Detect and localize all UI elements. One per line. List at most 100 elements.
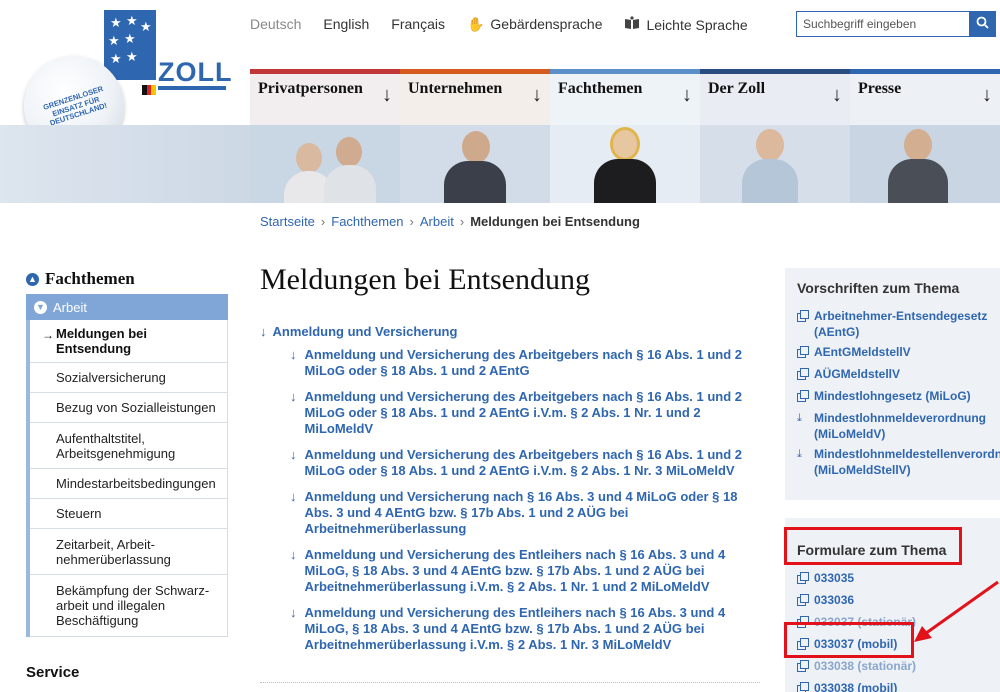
sub-link[interactable]: ↓ Anmeldung und Versicherung des Arbeitg… [290, 389, 765, 437]
nav-label: Fachthemen [558, 80, 643, 97]
sidebar-item-label: Zeitarbeit, Arbeit-nehmerüberlassung [56, 536, 171, 567]
anchor-link-anmeldung[interactable]: ↓ Anmeldung und Versicherung [260, 323, 765, 341]
arrow-down-icon: ↓ [290, 547, 297, 562]
sidebar-item-sozialleistungen[interactable]: Bezug von Sozialleistungen [30, 393, 227, 423]
vorschrift-link-milomeldv[interactable]: ⤓ Mindestlohnmeldeverordnung (MiLoMeldV) [797, 410, 1000, 442]
sidebar-item-arbeit[interactable]: ▼ Arbeit [26, 294, 228, 320]
nav-label: Presse [858, 80, 902, 97]
arrow-down-icon: ↓ [290, 347, 297, 362]
nav-fachthemen[interactable]: Fachthemen ↓ [550, 69, 700, 125]
formular-link-033038-stationaer[interactable]: 033038 (stationär) [797, 658, 1000, 676]
arrow-down-icon: ↓ [682, 84, 692, 106]
banner-photo-photographer [850, 125, 1000, 203]
lang-gebaerdensprache-label: Gebärdensprache [490, 15, 603, 32]
lang-leichte-sprache[interactable]: Leichte Sprache [624, 15, 748, 33]
arrow-down-icon: ↓ [982, 84, 992, 106]
page-title: Meldungen bei Entsendung [260, 263, 590, 296]
sidebar-list: → Meldungen bei Entsendung Sozialversich… [26, 320, 228, 637]
nav-label: Unternehmen [408, 80, 503, 97]
logo-underline [158, 86, 226, 90]
nav-unternehmen[interactable]: Unternehmen ↓ [400, 69, 550, 125]
breadcrumb: Startseite › Fachthemen › Arbeit › Meldu… [260, 214, 640, 229]
german-flag [142, 85, 157, 95]
link-label: Mindestlohngesetz (MiLoG) [814, 389, 971, 403]
logo-wordmark: ZOLL [158, 57, 233, 87]
banner-photo-man [400, 125, 550, 203]
link-label: Mindestlohnmeldeverordnung (MiLoMeldV) [814, 411, 987, 441]
sidebar-item-schwarzarbeit[interactable]: Bekämpfung der Schwarz-arbeit und illega… [30, 575, 227, 637]
lang-deutsch[interactable]: Deutsch [250, 16, 301, 32]
highlight-box-formulare-title [784, 527, 962, 565]
chevron-right-icon: › [409, 214, 414, 229]
sub-link[interactable]: ↓ Anmeldung und Versicherung des Arbeitg… [290, 447, 765, 479]
arrow-down-icon: ↓ [382, 84, 392, 106]
easy-language-icon [624, 15, 640, 33]
sidebar-item-steuern[interactable]: Steuern [30, 499, 227, 529]
nav-presse[interactable]: Presse ↓ [850, 69, 1000, 125]
content-divider [260, 682, 760, 683]
sidebar-item-label: Aufenthaltstitel, Arbeitsgenehmigung [56, 430, 176, 461]
sub-link-label: Anmeldung und Versicherung des Arbeitgeb… [304, 389, 743, 436]
sidebar-item-label: Meldungen bei Entsendung [56, 326, 147, 356]
arrow-down-icon: ↓ [832, 84, 842, 106]
external-link-icon [797, 658, 809, 676]
sub-link[interactable]: ↓ Anmeldung und Versicherung des Entleih… [290, 547, 765, 595]
breadcrumb-current: Meldungen bei Entsendung [470, 214, 640, 229]
sub-link-label: Anmeldung und Versicherung des Entleiher… [304, 547, 726, 594]
vorschrift-link-aentg[interactable]: Arbeitnehmer-Entsendegesetz (AEntG) [797, 308, 1000, 340]
vorschrift-link-milog[interactable]: Mindestlohngesetz (MiLoG) [797, 388, 1000, 406]
search-icon [976, 16, 989, 32]
external-link-icon [797, 308, 809, 340]
link-label: AÜGMeldstellV [814, 367, 901, 381]
sidebar-item-label: Bekämpfung der Schwarz-arbeit und illega… [56, 583, 210, 628]
nav-privatpersonen[interactable]: Privatpersonen ↓ [250, 69, 400, 125]
sidebar-item-aufenthaltstitel[interactable]: Aufenthaltstitel, Arbeitsgenehmigung [30, 423, 227, 469]
download-icon: ⤓ [797, 448, 802, 460]
arrow-down-icon: ↓ [290, 447, 297, 462]
eu-star-square: ★ ★ ★ ★ ★ ★ ★ [104, 10, 156, 80]
vorschrift-link-aentgmeldstellv[interactable]: AEntGMeldstellV [797, 344, 1000, 362]
sidebar-item-meldungen[interactable]: → Meldungen bei Entsendung [30, 320, 227, 363]
lang-gebaerdensprache[interactable]: ✋ Gebärdensprache [467, 16, 603, 33]
external-link-icon [797, 366, 809, 384]
search-button[interactable] [969, 12, 995, 36]
sub-link[interactable]: ↓ Anmeldung und Versicherung nach § 16 A… [290, 489, 765, 537]
lang-english[interactable]: English [323, 16, 369, 32]
link-label: Arbeitnehmer-Entsendegesetz (AEntG) [814, 309, 988, 339]
link-label: 033035 [814, 571, 855, 585]
sidebar-item-label: Sozialversicherung [56, 370, 166, 385]
sub-link[interactable]: ↓ Anmeldung und Versicherung des Arbeitg… [290, 347, 765, 379]
search-box [796, 11, 996, 37]
sidebar-item-sozialversicherung[interactable]: Sozialversicherung [30, 363, 227, 393]
lang-francais[interactable]: Français [391, 16, 445, 32]
formular-link-033038-mobil[interactable]: 033038 (mobil) [797, 680, 1000, 692]
arrow-down-icon: ↓ [260, 324, 267, 339]
sidebar-item-zeitarbeit[interactable]: Zeitarbeit, Arbeit-nehmerüberlassung [30, 529, 227, 575]
external-link-icon [797, 344, 809, 362]
arrow-down-icon: ↓ [290, 389, 297, 404]
content-links: ↓ Anmeldung und Versicherung ↓ Anmeldung… [260, 323, 765, 653]
chevron-right-icon: › [459, 214, 465, 229]
vorschrift-link-auegmeldstellv[interactable]: AÜGMeldstellV [797, 366, 1000, 384]
link-label: Mindestlohnmeldestellenverordnung (MiLoM… [814, 447, 1000, 477]
search-input[interactable] [797, 12, 969, 36]
arrow-up-circle-icon: ▲ [26, 272, 39, 286]
breadcrumb-arbeit[interactable]: Arbeit [420, 214, 454, 229]
vorschrift-link-milomeldstellv[interactable]: ⤓ Mindestlohnmeldestellenverordnung (MiL… [797, 446, 1000, 478]
breadcrumb-startseite[interactable]: Startseite [260, 214, 315, 229]
sidebar-title[interactable]: ▲ Fachthemen [26, 268, 228, 290]
sidebar-item-mindestarbeitsbedingungen[interactable]: Mindestarbeitsbedingungen [30, 469, 227, 499]
arrow-down-icon: ↓ [290, 605, 297, 620]
nav-der-zoll[interactable]: Der Zoll ↓ [700, 69, 850, 125]
zoll-badge: ★ ★ ★ ★ ★ ★ ★ ZOLL [104, 10, 231, 95]
banner-left-fill [0, 125, 250, 203]
link-label: 033038 (stationär) [814, 659, 917, 673]
link-label: 033038 (mobil) [814, 681, 898, 692]
external-link-icon [797, 680, 809, 692]
nav-label: Der Zoll [708, 80, 766, 97]
breadcrumb-fachthemen[interactable]: Fachthemen [331, 214, 403, 229]
banner-photo-people [250, 125, 400, 203]
sign-language-icon: ✋ [466, 15, 485, 32]
chevron-right-icon: › [320, 214, 326, 229]
sub-link[interactable]: ↓ Anmeldung und Versicherung des Entleih… [290, 605, 765, 653]
